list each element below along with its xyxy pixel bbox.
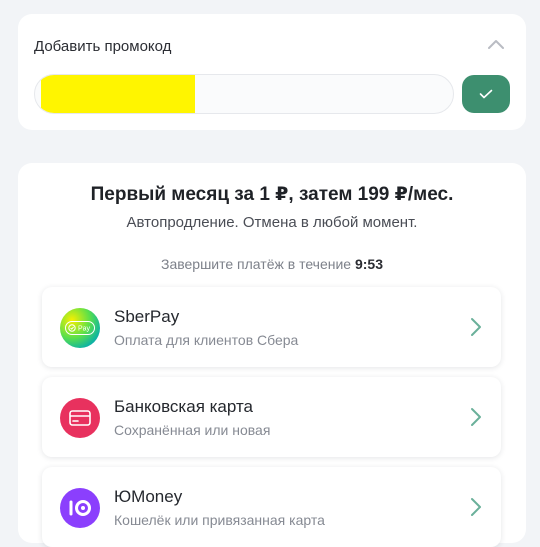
checkmark-icon bbox=[479, 89, 493, 99]
payment-method-bank-card[interactable]: Банковская карта Сохранённая или новая bbox=[42, 377, 501, 457]
redacted-value bbox=[41, 75, 195, 113]
timer-label: Завершите платёж в течение bbox=[160, 256, 352, 272]
payment-card: Первый месяц за 1 ₽, затем 199 ₽/мес. Ав… bbox=[18, 163, 526, 547]
method-description: Кошелёк или привязанная карта bbox=[114, 512, 325, 528]
method-name: ЮMoney bbox=[114, 487, 183, 506]
chevron-right-icon bbox=[471, 498, 481, 516]
chevron-right-icon bbox=[471, 318, 481, 336]
collapse-button[interactable] bbox=[486, 36, 506, 52]
payment-method-sberpay[interactable]: Pay SberPay Оплата для клиентов Сбера bbox=[42, 287, 501, 367]
offer-subtitle: Автопродление. Отмена в любой момент. bbox=[126, 214, 418, 231]
chevron-up-icon bbox=[488, 40, 504, 49]
promo-title: Добавить промокод bbox=[34, 38, 172, 55]
apply-promo-button[interactable] bbox=[462, 75, 510, 113]
method-description: Оплата для клиентов Сбера bbox=[114, 332, 299, 348]
yumoney-icon bbox=[60, 488, 100, 528]
promo-code-card: Добавить промокод bbox=[18, 14, 526, 130]
payment-method-yumoney[interactable]: ЮMoney Кошелёк или привязанная карта bbox=[42, 467, 501, 547]
sberpay-icon: Pay bbox=[60, 308, 100, 348]
bank-card-icon bbox=[60, 398, 100, 438]
chevron-right-icon bbox=[471, 408, 481, 426]
payment-timer: Завершите платёж в течение 9:53 bbox=[18, 256, 526, 272]
method-name: SberPay bbox=[114, 307, 180, 326]
timer-value: 9:53 bbox=[354, 256, 383, 272]
method-name: Банковская карта bbox=[114, 397, 254, 416]
method-description: Сохранённая или новая bbox=[114, 422, 271, 438]
promo-code-field[interactable] bbox=[34, 74, 454, 114]
sberpay-badge-text: Pay bbox=[78, 326, 91, 333]
offer-title: Первый месяц за 1 ₽, затем 199 ₽/мес. bbox=[90, 184, 454, 205]
